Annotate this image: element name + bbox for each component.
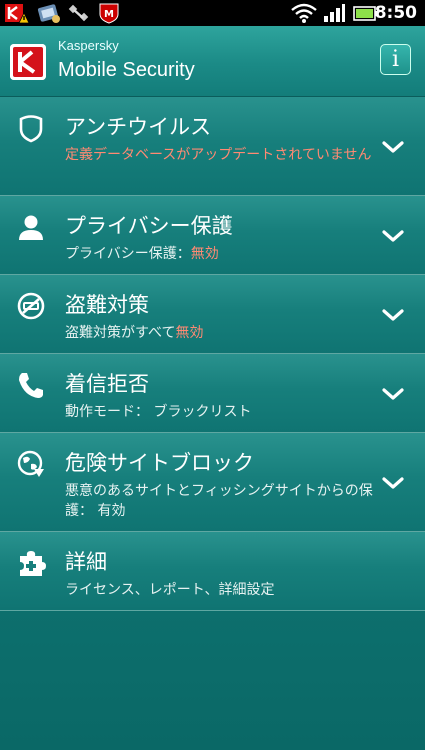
chevron-down-icon[interactable] (381, 139, 405, 155)
item-subtitle: プライバシー保護：無効 (65, 244, 385, 264)
item-subtitle: 盗難対策がすべて無効 (65, 323, 385, 343)
item-subtitle-warning: 定義データベースがアップデートされていません (65, 147, 372, 163)
puzzle-icon (16, 548, 46, 578)
item-subtitle: 動作モード： ブラックリスト (65, 404, 252, 420)
chevron-down-icon[interactable] (381, 475, 405, 491)
globe-icon (16, 449, 46, 479)
item-title: 盗難対策 (65, 293, 149, 317)
empty-background (0, 612, 425, 750)
list-item-web-protection[interactable]: 危険サイトブロック 悪意のあるサイトとフィッシングサイトからの保護： 有効 (0, 433, 425, 532)
app-header: Kaspersky Mobile Security i (0, 26, 425, 97)
svg-text:M: M (104, 9, 114, 20)
phone-icon (16, 370, 46, 400)
mcafee-icon: M (96, 2, 122, 24)
kaspersky-logo-icon (10, 44, 46, 80)
signal-icon (322, 2, 346, 24)
chevron-down-icon[interactable] (381, 386, 405, 402)
item-title: 詳細 (65, 550, 107, 574)
sync-icon (36, 2, 62, 24)
app-title: Mobile Security (58, 59, 195, 81)
item-title: アンチウイルス (65, 115, 212, 139)
item-title: 危険サイトブロック (65, 451, 254, 475)
item-status: 無効 (175, 325, 204, 341)
list-item-additional[interactable]: 詳細 ライセンス、レポート、詳細設定 (0, 532, 425, 611)
list-item-privacy[interactable]: プライバシー保護 プライバシー保護：無効 (0, 196, 425, 275)
item-status: 無効 (190, 246, 219, 262)
info-button[interactable]: i (380, 44, 411, 75)
chevron-down-icon[interactable] (381, 228, 405, 244)
wifi-icon (290, 2, 318, 24)
anti-theft-icon (16, 291, 46, 321)
shield-icon (16, 113, 46, 143)
list-item-antivirus[interactable]: アンチウイルス 定義データベースがアップデートされていません (0, 97, 425, 196)
item-subtitle-prefix: 盗難対策がすべて (65, 325, 176, 341)
list-item-anti-theft[interactable]: 盗難対策 盗難対策がすべて無効 (0, 275, 425, 354)
item-subtitle: 悪意のあるサイトとフィッシングサイトからの保護： 有効 (65, 483, 373, 519)
satellite-icon (66, 2, 92, 24)
item-subtitle-prefix: プライバシー保護： (65, 246, 191, 262)
chevron-down-icon[interactable] (381, 307, 405, 323)
person-icon (16, 212, 46, 242)
app-brand: Kaspersky (58, 38, 119, 53)
feature-list: アンチウイルス 定義データベースがアップデートされていません プライバシー保護 … (0, 97, 425, 611)
status-time: 8:50 (374, 3, 417, 23)
item-title: プライバシー保護 (65, 214, 233, 238)
kaspersky-warning-icon (4, 2, 30, 24)
item-title: 着信拒否 (65, 372, 149, 396)
item-subtitle: ライセンス、レポート、詳細設定 (65, 582, 275, 598)
status-bar: M 8:50 (0, 0, 425, 26)
list-item-call-filter[interactable]: 着信拒否 動作モード： ブラックリスト (0, 354, 425, 433)
